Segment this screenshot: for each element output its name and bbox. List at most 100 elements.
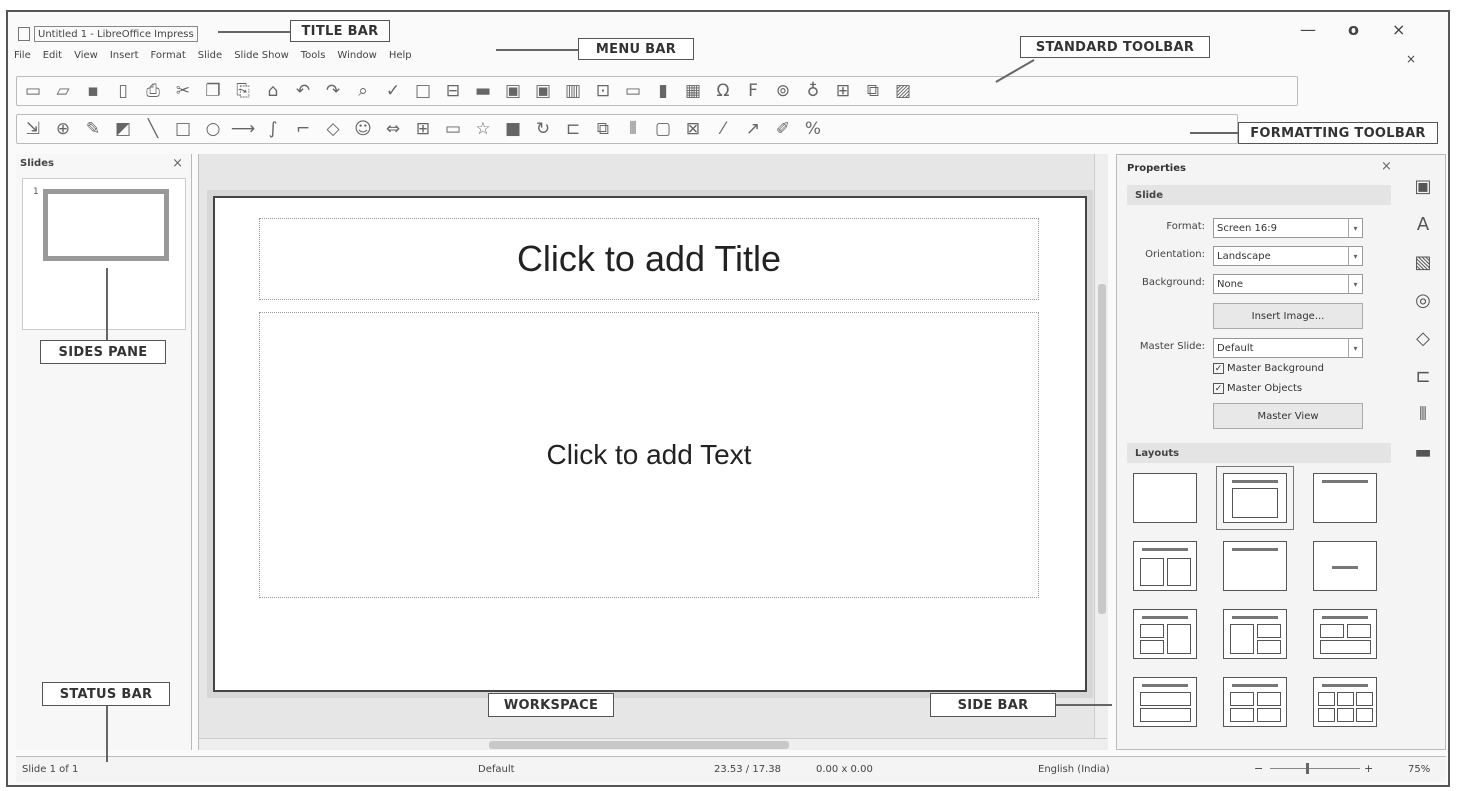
crop-icon[interactable]: ⊠ bbox=[683, 119, 703, 139]
close-window-button[interactable]: × bbox=[1392, 20, 1405, 39]
copy-icon[interactable]: ❐ bbox=[203, 81, 223, 101]
save-icon[interactable]: ▪ bbox=[83, 81, 103, 101]
fontwork-icon[interactable]: F bbox=[743, 81, 763, 101]
layout-content-right-left[interactable] bbox=[1223, 609, 1287, 659]
find-replace-icon[interactable]: ⌕ bbox=[353, 81, 373, 101]
styles-deck-icon[interactable]: A bbox=[1411, 213, 1435, 237]
special-character-icon[interactable]: Ω bbox=[713, 81, 733, 101]
insert-image-button[interactable]: Insert Image... bbox=[1213, 303, 1363, 329]
rectangle-icon[interactable]: □ bbox=[173, 119, 193, 139]
redo-icon[interactable]: ↷ bbox=[323, 81, 343, 101]
master-slide-select[interactable]: Default ▾ bbox=[1213, 338, 1363, 358]
arrange-icon[interactable]: ⧉ bbox=[593, 119, 613, 139]
menu-tools[interactable]: Tools bbox=[301, 50, 326, 68]
master-view-button[interactable]: Master View bbox=[1213, 403, 1363, 429]
select-icon[interactable]: ⇲ bbox=[23, 119, 43, 139]
menu-slide-show[interactable]: Slide Show bbox=[234, 50, 289, 68]
distribute-icon[interactable]: ⦀ bbox=[623, 119, 643, 139]
textbox-icon[interactable]: ▦ bbox=[683, 81, 703, 101]
connectors-icon[interactable]: ⌐ bbox=[293, 119, 313, 139]
navigator-deck-icon[interactable]: ◎ bbox=[1411, 289, 1435, 313]
curves-icon[interactable]: ∫ bbox=[263, 119, 283, 139]
menu-window[interactable]: Window bbox=[337, 50, 376, 68]
flowchart-icon[interactable]: ⊞ bbox=[413, 119, 433, 139]
ellipse-icon[interactable]: ○ bbox=[203, 119, 223, 139]
symbol-shapes-icon[interactable]: ☺ bbox=[353, 119, 373, 139]
language-indicator[interactable]: English (India) bbox=[1038, 764, 1110, 775]
master-slides-deck-icon[interactable]: ⊏ bbox=[1411, 365, 1435, 389]
hyperlink-icon[interactable]: ⊚ bbox=[773, 81, 793, 101]
cut-icon[interactable]: ✂ bbox=[173, 81, 193, 101]
master-background-checkbox[interactable]: ✓ Master Background bbox=[1213, 363, 1324, 374]
rotate-icon[interactable]: ↻ bbox=[533, 119, 553, 139]
menu-file[interactable]: File bbox=[14, 50, 31, 68]
glue-points-icon[interactable]: ✐ bbox=[773, 119, 793, 139]
zoom-icon[interactable]: ⊕ bbox=[53, 119, 73, 139]
block-arrows-icon[interactable]: ⇔ bbox=[383, 119, 403, 139]
callouts-icon[interactable]: ▭ bbox=[443, 119, 463, 139]
title-placeholder[interactable]: Click to add Title bbox=[259, 218, 1039, 300]
basic-shapes-icon[interactable]: ◇ bbox=[323, 119, 343, 139]
properties-deck-icon[interactable]: ▣ bbox=[1411, 175, 1435, 199]
slide-thumbnail[interactable] bbox=[43, 189, 169, 261]
line-color-icon[interactable]: ✎ bbox=[83, 119, 103, 139]
menu-format[interactable]: Format bbox=[151, 50, 186, 68]
points-icon[interactable]: ↗ bbox=[743, 119, 763, 139]
open-icon[interactable]: ▱ bbox=[53, 81, 73, 101]
undo-icon[interactable]: ↶ bbox=[293, 81, 313, 101]
toggle-extrusion-icon[interactable]: % bbox=[803, 119, 823, 139]
image-icon[interactable]: ⊡ bbox=[593, 81, 613, 101]
menu-edit[interactable]: Edit bbox=[43, 50, 62, 68]
zoom-level[interactable]: 75% bbox=[1408, 764, 1430, 775]
vertical-scrollbar[interactable] bbox=[1094, 154, 1108, 750]
export-pdf-icon[interactable]: ▯ bbox=[113, 81, 133, 101]
line-icon[interactable]: ╲ bbox=[143, 119, 163, 139]
layouts-section-header[interactable]: Layouts bbox=[1127, 443, 1391, 463]
table-icon[interactable]: ▥ bbox=[563, 81, 583, 101]
menu-help[interactable]: Help bbox=[389, 50, 412, 68]
gallery-deck-icon[interactable]: ▧ bbox=[1411, 251, 1435, 275]
layout-centered-text[interactable] bbox=[1313, 541, 1377, 591]
slide-transition-icon[interactable]: ⧉ bbox=[863, 81, 883, 101]
minimize-button[interactable]: — bbox=[1300, 20, 1316, 39]
slide-transition-deck-icon[interactable]: ▬ bbox=[1411, 441, 1435, 465]
clone-formatting-icon[interactable]: ⌂ bbox=[263, 81, 283, 101]
fill-color-icon[interactable]: ◩ bbox=[113, 119, 133, 139]
master-slide-icon[interactable]: ▬ bbox=[473, 81, 493, 101]
lines-arrows-icon[interactable]: ⟶ bbox=[231, 119, 255, 139]
format-select[interactable]: Screen 16:9 ▾ bbox=[1213, 218, 1363, 238]
layout-four-content[interactable] bbox=[1223, 677, 1287, 727]
zoom-slider[interactable]: − + bbox=[1254, 762, 1374, 775]
3d-objects-icon[interactable]: ■ bbox=[503, 119, 523, 139]
comment-icon[interactable]: ♁ bbox=[803, 81, 823, 101]
layout-title-content[interactable] bbox=[1216, 466, 1294, 530]
maximize-button[interactable]: o bbox=[1348, 20, 1359, 39]
animation-deck-icon[interactable]: ⦀ bbox=[1411, 403, 1435, 427]
print-icon[interactable]: ⎙ bbox=[143, 81, 163, 101]
start-from-current-icon[interactable]: ▣ bbox=[533, 81, 553, 101]
align-icon[interactable]: ⊏ bbox=[563, 119, 583, 139]
shapes-deck-icon[interactable]: ◇ bbox=[1411, 327, 1435, 351]
horizontal-scrollbar[interactable] bbox=[199, 738, 1107, 750]
menu-slide[interactable]: Slide bbox=[198, 50, 222, 68]
layout-blank[interactable] bbox=[1133, 473, 1197, 523]
orientation-select[interactable]: Landscape ▾ bbox=[1213, 246, 1363, 266]
close-document-button[interactable]: × bbox=[1406, 52, 1416, 66]
layout-title-two-content[interactable] bbox=[1133, 541, 1197, 591]
show-draw-functions-icon[interactable]: ▨ bbox=[893, 81, 913, 101]
layout-six-content[interactable] bbox=[1313, 677, 1377, 727]
new-icon[interactable]: ▭ bbox=[23, 81, 43, 101]
header-footer-icon[interactable]: ⊞ bbox=[833, 81, 853, 101]
slide-canvas[interactable]: Click to add Title Click to add Text bbox=[213, 196, 1087, 692]
menu-insert[interactable]: Insert bbox=[110, 50, 139, 68]
background-select[interactable]: None ▾ bbox=[1213, 274, 1363, 294]
helplines-icon[interactable]: ⊟ bbox=[443, 81, 463, 101]
display-grid-icon[interactable]: □ bbox=[413, 81, 433, 101]
slides-pane-close-button[interactable]: × bbox=[172, 156, 183, 171]
slide-section-header[interactable]: Slide bbox=[1127, 185, 1391, 205]
content-placeholder[interactable]: Click to add Text bbox=[259, 312, 1039, 598]
master-objects-checkbox[interactable]: ✓ Master Objects bbox=[1213, 383, 1302, 394]
layout-content-left-right[interactable] bbox=[1133, 609, 1197, 659]
shadow-icon[interactable]: ▢ bbox=[653, 119, 673, 139]
filter-icon[interactable]: ⁄ bbox=[713, 119, 733, 139]
